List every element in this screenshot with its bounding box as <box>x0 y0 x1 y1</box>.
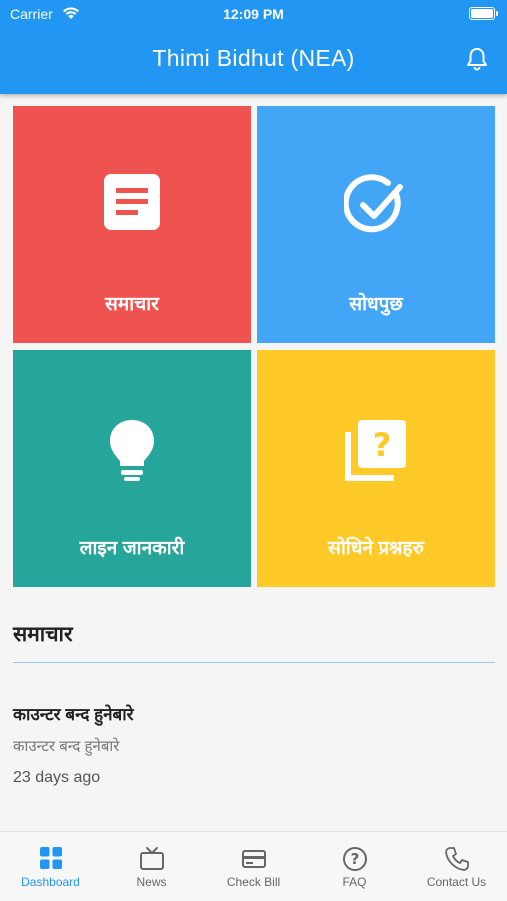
nav-news[interactable]: News <box>101 832 202 901</box>
tile-inquiry-label: सोधपुछ <box>349 294 403 315</box>
tile-news[interactable]: समाचार <box>13 106 251 343</box>
nav-check-bill-label: Check Bill <box>226 875 281 889</box>
clock: 12:09 PM <box>223 6 284 22</box>
page-title: Thimi Bidhut (NEA) <box>152 45 355 71</box>
news-item-title[interactable]: काउन्टर बन्द हुनेबारे <box>13 702 134 725</box>
lightbulb-icon <box>13 418 251 486</box>
dashboard-grid: समाचार सोधपुछ लाइन जानकारी ? सोधिने प्रश… <box>13 106 495 588</box>
nav-check-bill[interactable]: Check Bill <box>203 832 304 901</box>
nav-faq[interactable]: ? FAQ <box>304 832 405 901</box>
tile-inquiry[interactable]: सोधपुछ <box>257 106 495 343</box>
tile-faq-label: सोधिने प्रश्नहरु <box>328 538 424 559</box>
question-circle-icon: ? <box>304 846 405 874</box>
battery-icon <box>469 7 498 20</box>
news-document-icon <box>13 174 251 242</box>
svg-text:?: ? <box>350 850 359 868</box>
bell-icon[interactable] <box>465 46 489 72</box>
question-cards-icon: ? <box>257 418 495 486</box>
nav-dashboard[interactable]: Dashboard <box>0 832 101 901</box>
nav-dashboard-label: Dashboard <box>21 875 80 889</box>
tile-line-info[interactable]: लाइन जानकारी <box>13 350 251 587</box>
phone-icon <box>406 846 507 874</box>
dashboard-grid-icon <box>0 846 101 874</box>
news-section-heading: समाचार <box>13 623 73 646</box>
news-item-subtitle: काउन्टर बन्द हुनेबारे <box>13 738 120 755</box>
news-item-time: 23 days ago <box>13 769 101 786</box>
app-header: Carrier 12:09 PM Thimi Bidhut (NEA) <box>0 0 507 94</box>
tile-faq[interactable]: ? सोधिने प्रश्नहरु <box>257 350 495 587</box>
tile-line-info-label: लाइन जानकारी <box>79 538 185 559</box>
svg-text:?: ? <box>373 426 392 464</box>
bottom-nav: Dashboard News Check Bill ? FAQ Contact … <box>0 831 507 901</box>
nav-contact-label: Contact Us <box>426 875 487 889</box>
nav-news-label: News <box>136 875 167 889</box>
check-circle-icon <box>257 174 495 242</box>
tv-icon <box>101 846 202 874</box>
status-bar: Carrier 12:09 PM <box>0 6 507 24</box>
tile-news-label: समाचार <box>105 294 159 315</box>
nav-contact[interactable]: Contact Us <box>406 832 507 901</box>
credit-card-icon <box>203 846 304 874</box>
nav-faq-label: FAQ <box>342 875 367 889</box>
section-divider <box>13 662 495 663</box>
